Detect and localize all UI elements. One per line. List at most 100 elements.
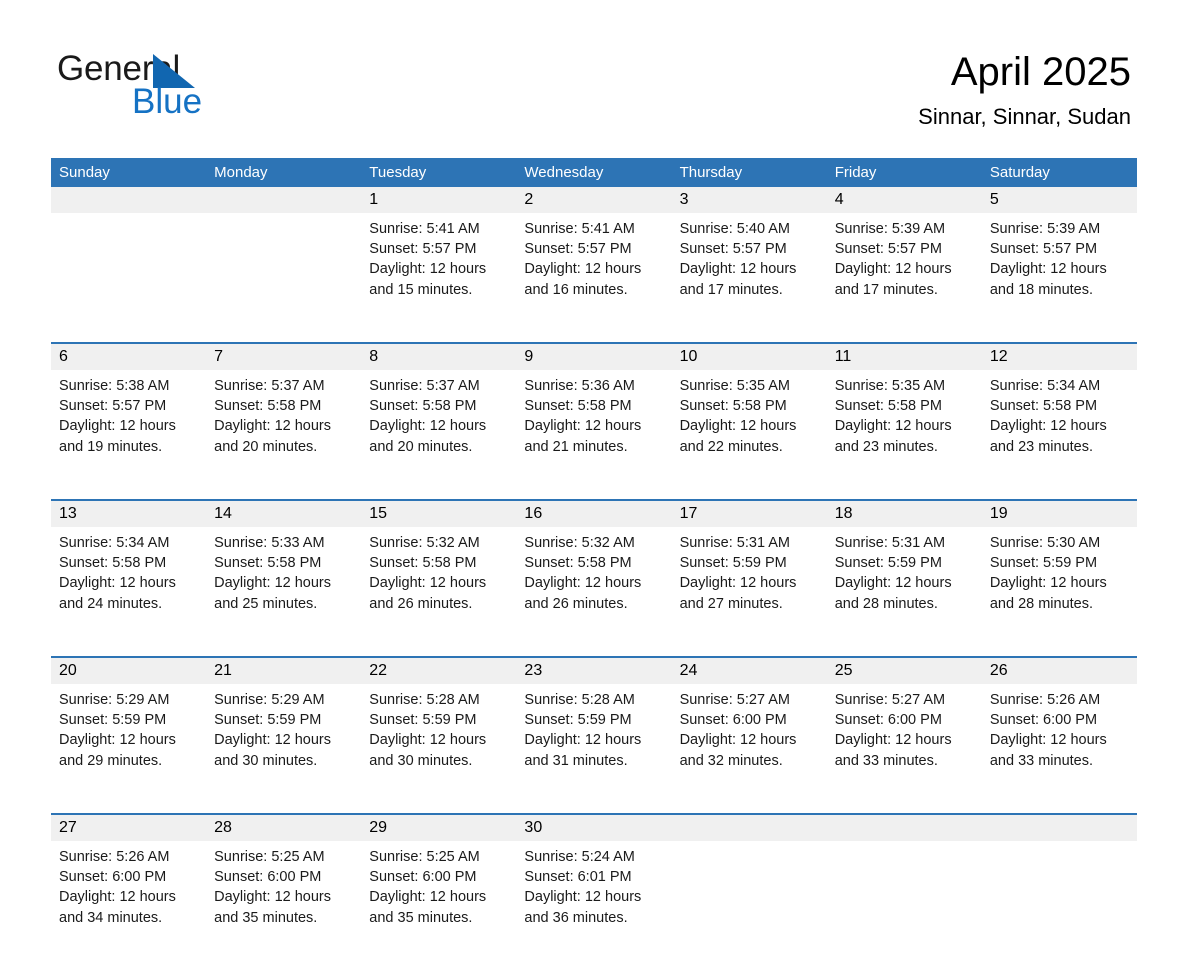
sunrise-text: Sunrise: 5:41 AM [369, 221, 480, 237]
calendar-day-cell[interactable]: 27 Sunrise: 5:26 AM Sunset: 6:00 PM Dayligh… [51, 815, 207, 970]
sunrise-text: Sunrise: 5:37 AM [369, 378, 480, 394]
sunset-text: Sunset: 5:58 PM [524, 555, 632, 572]
calendar-week-row: 20 Sunrise: 5:29 AM Sunset: 5:59 PM Dayligh… [51, 656, 1137, 813]
calendar-day-cell[interactable]: 8 Sunrise: 5:37 AM Sunset: 5:58 PM Daylight… [361, 344, 517, 499]
day-details: Sunrise: 5:31 AM Sunset: 5:59 PM Daylight:… [827, 527, 982, 656]
day-number: 17 [671, 501, 827, 527]
day-number: 20 [51, 658, 207, 684]
sunrise-text: Sunrise: 5:31 AM [834, 535, 946, 551]
sunset-text: Sunset: 5:59 PM [989, 555, 1098, 572]
calendar-day-cell[interactable]: 10 Sunrise: 5:35 AM Sunset: 5:58 PM Dayligh… [671, 344, 827, 499]
calendar-day-cell[interactable]: 13 Sunrise: 5:34 AM Sunset: 5:58 PM Dayligh… [51, 501, 207, 656]
calendar-day-cell-empty [51, 187, 207, 342]
weekday-header-tuesday: Tuesday [369, 164, 427, 181]
calendar-day-cell[interactable]: 20 Sunrise: 5:29 AM Sunset: 5:59 PM Dayligh… [51, 658, 207, 813]
calendar-day-cell[interactable]: 23 Sunrise: 5:28 AM Sunset: 5:59 PM Dayligh… [516, 658, 672, 813]
calendar-day-cell[interactable]: 14 Sunrise: 5:33 AM Sunset: 5:58 PM Dayligh… [206, 501, 362, 656]
calendar-day-cell[interactable]: 22 Sunrise: 5:28 AM Sunset: 5:59 PM Dayligh… [361, 658, 517, 813]
sunset-text: Sunset: 6:01 PM [524, 869, 632, 886]
calendar-day-cell[interactable]: 9 Sunrise: 5:36 AM Sunset: 5:58 PM Daylight… [516, 344, 672, 499]
calendar-day-cell[interactable]: 7 Sunrise: 5:37 AM Sunset: 5:58 PM Daylight… [206, 344, 362, 499]
calendar-day-cell[interactable]: 18 Sunrise: 5:31 AM Sunset: 5:59 PM Dayligh… [826, 501, 982, 656]
daylight-text: Daylight: 12 hours and 19 minutes. [59, 418, 176, 455]
title-block: April 2025 Sinnar, Sinnar, Sudan [918, 48, 1131, 130]
sunset-text: Sunset: 5:58 PM [369, 555, 477, 572]
calendar-day-cell[interactable]: 25 Sunrise: 5:27 AM Sunset: 6:00 PM Dayligh… [826, 658, 982, 813]
day-details [206, 213, 361, 233]
daylight-text: Daylight: 12 hours and 23 minutes. [834, 418, 952, 455]
calendar-day-cell[interactable]: 6 Sunrise: 5:38 AM Sunset: 5:57 PM Daylight… [51, 344, 207, 499]
day-number: 15 [361, 501, 517, 527]
sunrise-text: Sunrise: 5:39 AM [989, 221, 1101, 237]
day-number: 16 [516, 501, 672, 527]
calendar-day-cell[interactable]: 17 Sunrise: 5:31 AM Sunset: 5:59 PM Dayligh… [671, 501, 827, 656]
day-details: Sunrise: 5:38 AM Sunset: 5:57 PM Daylight:… [51, 370, 206, 499]
day-details: Sunrise: 5:24 AM Sunset: 6:01 PM Daylight:… [516, 841, 671, 970]
calendar-day-cell[interactable]: 1 Sunrise: 5:41 AM Sunset: 5:57 PM Daylight… [361, 187, 517, 342]
sunrise-text: Sunrise: 5:39 AM [834, 221, 946, 237]
sunset-text: Sunset: 5:58 PM [524, 398, 632, 415]
sunset-text: Sunset: 5:59 PM [834, 555, 942, 572]
calendar-day-cell[interactable]: 16 Sunrise: 5:32 AM Sunset: 5:58 PM Dayligh… [516, 501, 672, 656]
sunrise-text: Sunrise: 5:29 AM [59, 692, 170, 708]
daylight-text: Daylight: 12 hours and 18 minutes. [989, 261, 1107, 298]
sunrise-text: Sunrise: 5:32 AM [524, 535, 635, 551]
page-subtitle: Sinnar, Sinnar, Sudan [918, 104, 1131, 129]
calendar-day-cell[interactable]: 30 Sunrise: 5:24 AM Sunset: 6:01 PM Dayligh… [516, 815, 672, 970]
day-number: 19 [981, 501, 1137, 527]
day-details: Sunrise: 5:27 AM Sunset: 6:00 PM Daylight:… [827, 684, 982, 813]
sunrise-text: Sunrise: 5:28 AM [524, 692, 635, 708]
sunset-text: Sunset: 5:57 PM [59, 398, 167, 415]
calendar-day-cell[interactable]: 2 Sunrise: 5:41 AM Sunset: 5:57 PM Daylight… [516, 187, 672, 342]
calendar-day-cell[interactable]: 29 Sunrise: 5:25 AM Sunset: 6:00 PM Dayligh… [361, 815, 517, 970]
calendar-day-cell[interactable]: 11 Sunrise: 5:35 AM Sunset: 5:58 PM Dayligh… [826, 344, 982, 499]
day-details: Sunrise: 5:37 AM Sunset: 5:58 PM Daylight:… [206, 370, 361, 499]
calendar-day-cell[interactable]: 4 Sunrise: 5:39 AM Sunset: 5:57 PM Daylight… [826, 187, 982, 342]
calendar-day-cell[interactable]: 21 Sunrise: 5:29 AM Sunset: 5:59 PM Dayligh… [206, 658, 362, 813]
calendar-week-row: 6 Sunrise: 5:38 AM Sunset: 5:57 PM Daylight… [51, 342, 1137, 499]
sunset-text: Sunset: 5:57 PM [989, 241, 1098, 258]
daylight-text: Daylight: 12 hours and 25 minutes. [214, 575, 332, 612]
sunrise-text: Sunrise: 5:28 AM [369, 692, 480, 708]
calendar-day-cell[interactable]: 12 Sunrise: 5:34 AM Sunset: 5:58 PM Dayligh… [981, 344, 1137, 499]
day-number: 23 [516, 658, 672, 684]
day-number: 29 [361, 815, 517, 841]
daylight-text: Daylight: 12 hours and 24 minutes. [59, 575, 176, 612]
day-number: 2 [516, 187, 672, 213]
day-details: Sunrise: 5:28 AM Sunset: 5:59 PM Daylight:… [516, 684, 671, 813]
sunset-text: Sunset: 5:59 PM [214, 712, 322, 729]
day-number [206, 187, 362, 213]
day-number: 30 [516, 815, 672, 841]
weekday-header-sunday: Sunday [59, 164, 110, 181]
calendar-day-cell[interactable]: 28 Sunrise: 5:25 AM Sunset: 6:00 PM Dayligh… [206, 815, 362, 970]
daylight-text: Daylight: 12 hours and 17 minutes. [834, 261, 952, 298]
sunset-text: Sunset: 6:00 PM [834, 712, 942, 729]
sunrise-text: Sunrise: 5:26 AM [59, 849, 170, 865]
calendar-day-cell[interactable]: 19 Sunrise: 5:30 AM Sunset: 5:59 PM Dayligh… [981, 501, 1137, 656]
day-details: Sunrise: 5:35 AM Sunset: 5:58 PM Daylight:… [672, 370, 827, 499]
sunset-text: Sunset: 5:59 PM [679, 555, 787, 572]
day-details: Sunrise: 5:29 AM Sunset: 5:59 PM Daylight:… [51, 684, 206, 813]
calendar-day-cell[interactable]: 24 Sunrise: 5:27 AM Sunset: 6:00 PM Dayligh… [671, 658, 827, 813]
sunset-text: Sunset: 5:58 PM [989, 398, 1098, 415]
calendar-day-cell[interactable]: 15 Sunrise: 5:32 AM Sunset: 5:58 PM Dayligh… [361, 501, 517, 656]
sunset-text: Sunset: 5:58 PM [214, 555, 322, 572]
day-number: 11 [826, 344, 982, 370]
day-details [827, 841, 982, 861]
page-header: General Blue April 2025 Sinnar, Sinnar, … [0, 0, 1188, 158]
sunrise-text: Sunrise: 5:34 AM [59, 535, 170, 551]
daylight-text: Daylight: 12 hours and 15 minutes. [369, 261, 487, 298]
weekday-header-wednesday: Wednesday [524, 164, 604, 181]
daylight-text: Daylight: 12 hours and 33 minutes. [989, 732, 1107, 769]
day-details: Sunrise: 5:26 AM Sunset: 6:00 PM Daylight:… [982, 684, 1137, 813]
day-details [51, 213, 206, 233]
calendar-day-cell[interactable]: 3 Sunrise: 5:40 AM Sunset: 5:57 PM Daylight… [671, 187, 827, 342]
daylight-text: Daylight: 12 hours and 31 minutes. [524, 732, 642, 769]
day-details: Sunrise: 5:26 AM Sunset: 6:00 PM Daylight:… [51, 841, 206, 970]
calendar-day-cell[interactable]: 26 Sunrise: 5:26 AM Sunset: 6:00 PM Dayligh… [981, 658, 1137, 813]
day-number: 13 [51, 501, 207, 527]
sunset-text: Sunset: 5:59 PM [524, 712, 632, 729]
sunset-text: Sunset: 5:58 PM [679, 398, 787, 415]
calendar-day-cell[interactable]: 5 Sunrise: 5:39 AM Sunset: 5:57 PM Daylight… [981, 187, 1137, 342]
sunrise-text: Sunrise: 5:27 AM [679, 692, 790, 708]
